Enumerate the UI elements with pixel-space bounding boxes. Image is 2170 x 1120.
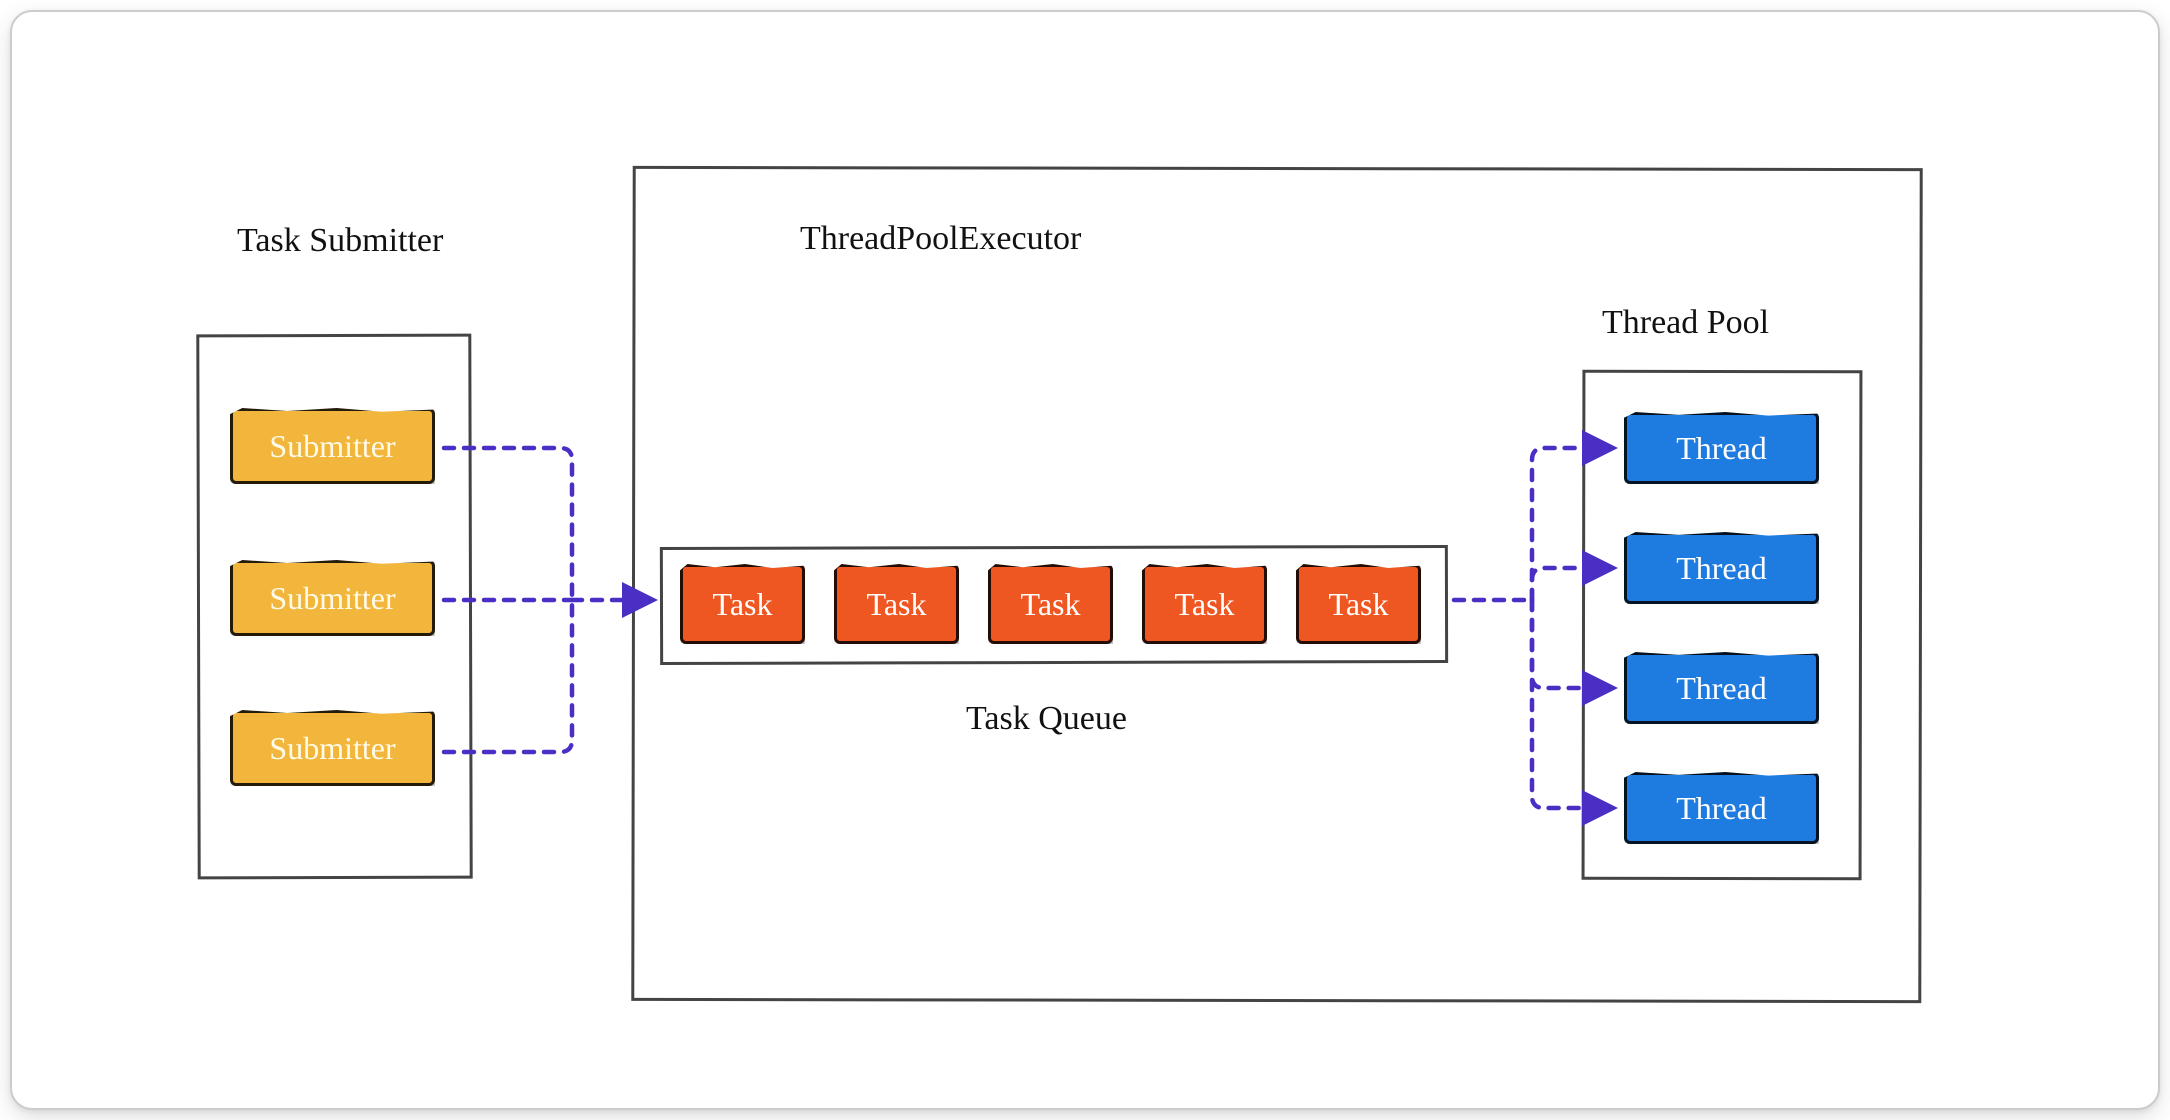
submitter-label: Submitter	[269, 428, 395, 465]
task-label: Task	[1329, 586, 1389, 623]
task-item: Task	[1142, 564, 1267, 644]
submitter-label: Submitter	[269, 580, 395, 617]
task-label: Task	[1175, 586, 1235, 623]
task-item: Task	[1296, 564, 1421, 644]
submitter-item: Submitter	[230, 710, 435, 786]
task-item: Task	[988, 564, 1113, 644]
thread-pool-title: Thread Pool	[1602, 304, 1769, 342]
submitter-label: Submitter	[269, 730, 395, 767]
task-label: Task	[1021, 586, 1081, 623]
thread-item: Thread	[1624, 532, 1819, 604]
task-submitter-title: Task Submitter	[237, 222, 443, 260]
submitter-item: Submitter	[230, 560, 435, 636]
thread-item: Thread	[1624, 652, 1819, 724]
task-label: Task	[713, 586, 773, 623]
thread-label: Thread	[1676, 550, 1767, 587]
submitter-item: Submitter	[230, 408, 435, 484]
thread-item: Thread	[1624, 412, 1819, 484]
thread-label: Thread	[1676, 430, 1767, 467]
task-item: Task	[834, 564, 959, 644]
task-queue-title: Task Queue	[966, 700, 1127, 738]
thread-item: Thread	[1624, 772, 1819, 844]
thread-label: Thread	[1676, 670, 1767, 707]
diagram-frame: Task Submitter Submitter Submitter Submi…	[10, 10, 2160, 1110]
task-label: Task	[867, 586, 927, 623]
task-item: Task	[680, 564, 805, 644]
thread-label: Thread	[1676, 790, 1767, 827]
